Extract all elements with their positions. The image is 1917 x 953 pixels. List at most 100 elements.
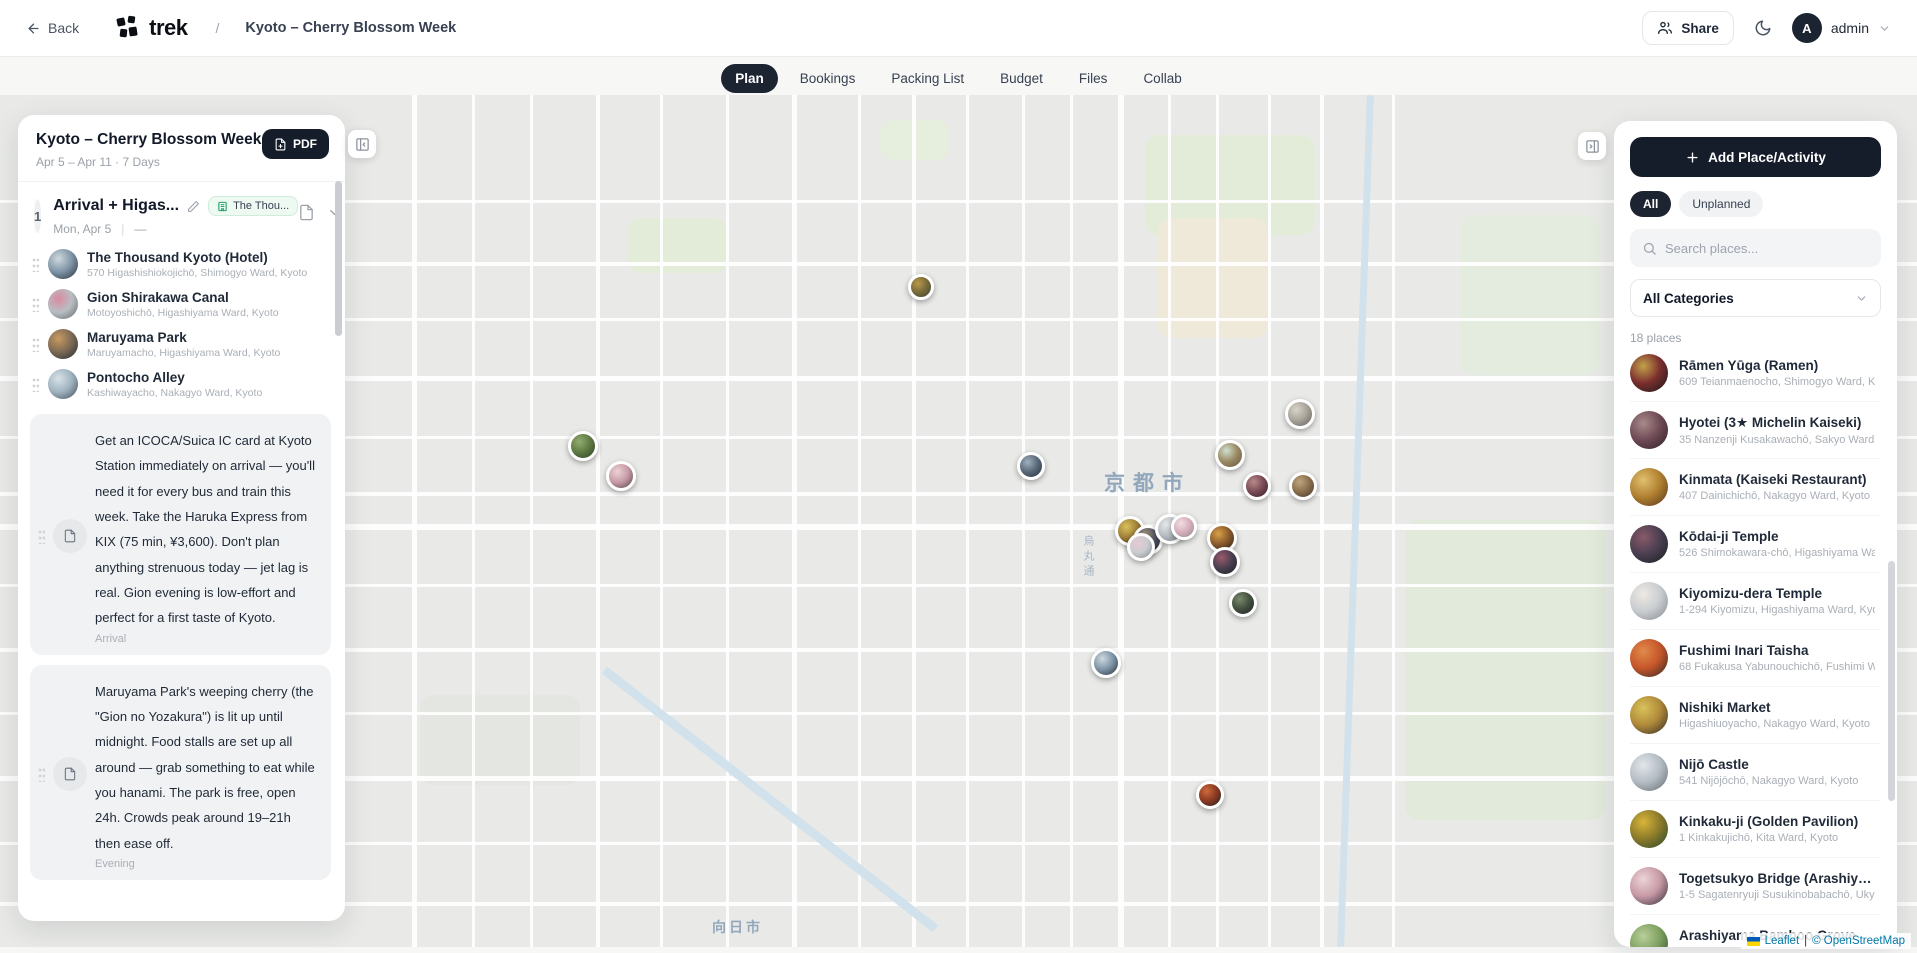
user-name: admin bbox=[1831, 20, 1869, 36]
category-select[interactable]: All Categories bbox=[1630, 279, 1881, 317]
pdf-export-button[interactable]: PDF bbox=[262, 129, 329, 159]
places-scrollbar[interactable] bbox=[1888, 561, 1895, 801]
map-marker-photo[interactable] bbox=[1091, 648, 1121, 678]
search-icon bbox=[1642, 241, 1657, 256]
chevron-down-icon bbox=[1855, 292, 1868, 305]
back-arrow-icon bbox=[26, 21, 41, 36]
day-number: 1 bbox=[34, 199, 41, 233]
note-text: Maruyama Park's weeping cherry (the "Gio… bbox=[95, 679, 317, 856]
note-card[interactable]: Maruyama Park's weeping cherry (the "Gio… bbox=[30, 665, 331, 880]
tab-budget[interactable]: Budget bbox=[986, 64, 1057, 93]
back-label: Back bbox=[48, 20, 79, 36]
places-list-item[interactable]: Fushimi Inari Taisha 68 Fukakusa Yabunou… bbox=[1630, 630, 1881, 687]
place-name: Kinmata (Kaiseki Restaurant) bbox=[1679, 472, 1870, 487]
share-button[interactable]: Share bbox=[1642, 11, 1734, 45]
map-marker-photo[interactable] bbox=[1017, 452, 1045, 480]
place-photo bbox=[1630, 867, 1668, 905]
kamo-river bbox=[1337, 95, 1374, 947]
user-menu[interactable]: A admin bbox=[1792, 13, 1891, 43]
tab-collab[interactable]: Collab bbox=[1129, 64, 1195, 93]
place-photo bbox=[1630, 468, 1668, 506]
map-marker-photo[interactable] bbox=[908, 274, 934, 300]
places-list-item[interactable]: Kinkaku-ji (Golden Pavilion) 1 Kinkakuji… bbox=[1630, 801, 1881, 858]
drag-handle-icon[interactable] bbox=[32, 337, 39, 352]
map-marker-photo[interactable] bbox=[606, 461, 636, 491]
people-icon bbox=[1657, 20, 1673, 36]
places-list-item[interactable]: Rāmen Yūga (Ramen) 609 Teianmaenocho, Sh… bbox=[1630, 345, 1881, 402]
filter-pill-all[interactable]: All bbox=[1630, 191, 1671, 217]
place-name: Pontocho Alley bbox=[87, 370, 262, 385]
place-address: 526 Shimokawara-chō, Higashiyama War… bbox=[1679, 547, 1875, 559]
places-list-item[interactable]: Nijō Castle 541 Nijōjōchō, Nakagyo Ward,… bbox=[1630, 744, 1881, 801]
map-marker-photo[interactable] bbox=[568, 431, 598, 461]
drag-handle-icon[interactable] bbox=[32, 257, 39, 272]
app-header: Back trek / Kyoto – Cherry Blossom Week bbox=[0, 0, 1917, 57]
collapse-left-panel-button[interactable] bbox=[348, 130, 376, 158]
place-photo bbox=[48, 329, 78, 359]
place-address: 570 Higashishiokojichō, Shimogyo Ward, K… bbox=[87, 267, 307, 279]
itinerary-place-row[interactable]: Maruyama Park Maruyamacho, Higashiyama W… bbox=[18, 324, 345, 364]
map-marker-photo[interactable] bbox=[1215, 440, 1245, 470]
places-list-item[interactable]: Kōdai-ji Temple 526 Shimokawara-chō, Hig… bbox=[1630, 516, 1881, 573]
places-list-item[interactable]: Kinmata (Kaiseki Restaurant) 407 Dainich… bbox=[1630, 459, 1881, 516]
map-road bbox=[660, 95, 663, 947]
itinerary-scrollbar[interactable] bbox=[335, 181, 342, 336]
drag-handle-icon[interactable] bbox=[38, 529, 45, 544]
places-list-item[interactable]: Kiyomizu-dera Temple 1-294 Kiyomizu, Hig… bbox=[1630, 573, 1881, 630]
map-park-patch bbox=[1405, 520, 1605, 820]
map-road bbox=[726, 95, 729, 947]
app-logo[interactable]: trek bbox=[115, 15, 187, 41]
collapse-right-panel-button[interactable] bbox=[1578, 132, 1606, 160]
tab-bookings[interactable]: Bookings bbox=[786, 64, 870, 93]
note-card[interactable]: Get an ICOCA/Suica IC card at Kyoto Stat… bbox=[30, 414, 331, 655]
tab-files[interactable]: Files bbox=[1065, 64, 1122, 93]
trip-tabs: Plan BookingsPacking List Budget FilesColla… bbox=[0, 64, 1917, 93]
breadcrumb: Kyoto – Cherry Blossom Week bbox=[245, 20, 456, 36]
map-marker-photo[interactable] bbox=[1229, 589, 1257, 617]
itinerary-place-row[interactable]: The Thousand Kyoto (Hotel) 570 Higashish… bbox=[18, 244, 345, 284]
breadcrumb-separator: / bbox=[215, 20, 219, 36]
leaflet-link[interactable]: Leaflet bbox=[1765, 935, 1800, 947]
map-marker-photo[interactable] bbox=[1196, 781, 1224, 809]
filter-pill-unplanned[interactable]: Unplanned bbox=[1679, 191, 1763, 217]
osm-link[interactable]: © OpenStreetMap bbox=[1812, 935, 1905, 947]
place-photo bbox=[48, 289, 78, 319]
map-road bbox=[412, 95, 417, 947]
file-icon bbox=[274, 138, 287, 151]
itinerary-panel: Kyoto – Cherry Blossom Week Apr 5 – Apr … bbox=[18, 115, 345, 921]
places-list-item[interactable]: Nishiki Market Higashiuoyacho, Nakagyo W… bbox=[1630, 687, 1881, 744]
day-row[interactable]: 1 Arrival + Higas... The Thou... Mon, Ap… bbox=[18, 182, 345, 244]
tab-packing-list[interactable]: Packing List bbox=[877, 64, 978, 93]
map-park-patch bbox=[1460, 215, 1600, 375]
drag-handle-icon[interactable] bbox=[32, 377, 39, 392]
ukraine-flag-icon bbox=[1747, 937, 1760, 946]
add-place-button[interactable]: Add Place/Activity bbox=[1630, 137, 1881, 177]
pdf-label: PDF bbox=[293, 137, 317, 151]
search-input[interactable] bbox=[1665, 241, 1869, 256]
back-button[interactable]: Back bbox=[26, 20, 79, 36]
drag-handle-icon[interactable] bbox=[32, 297, 39, 312]
map-marker-photo[interactable] bbox=[1171, 514, 1197, 540]
drag-handle-icon[interactable] bbox=[38, 767, 45, 782]
map-marker-photo[interactable] bbox=[1210, 547, 1240, 577]
tab-plan[interactable]: Plan bbox=[721, 64, 778, 93]
itinerary-place-row[interactable]: Pontocho Alley Kashiwayacho, Nakagyo War… bbox=[18, 364, 345, 404]
edit-pencil-icon[interactable] bbox=[187, 200, 200, 213]
note-label: Arrival bbox=[95, 633, 317, 645]
places-list-item[interactable]: Togetsukyo Bridge (Arashiyama) 1-5 Sagat… bbox=[1630, 858, 1881, 915]
itinerary-place-row[interactable]: Gion Shirakawa Canal Motoyoshichō, Higas… bbox=[18, 284, 345, 324]
panel-left-collapse-icon bbox=[355, 137, 370, 152]
map-marker-photo[interactable] bbox=[1289, 472, 1317, 500]
day-hotel-badge[interactable]: The Thou... bbox=[208, 196, 298, 216]
place-name: Hyotei (3★ Michelin Kaiseki) bbox=[1679, 415, 1875, 431]
place-name: Kinkaku-ji (Golden Pavilion) bbox=[1679, 814, 1858, 829]
map-city-label: 京都市 bbox=[1104, 467, 1191, 497]
map-marker-photo[interactable] bbox=[1285, 399, 1315, 429]
place-photo bbox=[48, 369, 78, 399]
theme-toggle-button[interactable] bbox=[1754, 19, 1772, 37]
day-notes-icon[interactable] bbox=[298, 204, 315, 221]
places-filters: All Unplanned bbox=[1630, 191, 1881, 217]
map-marker-photo[interactable] bbox=[1127, 533, 1155, 561]
map-marker-photo[interactable] bbox=[1243, 472, 1271, 500]
places-list-item[interactable]: Hyotei (3★ Michelin Kaiseki) 35 Nanzenji… bbox=[1630, 402, 1881, 459]
